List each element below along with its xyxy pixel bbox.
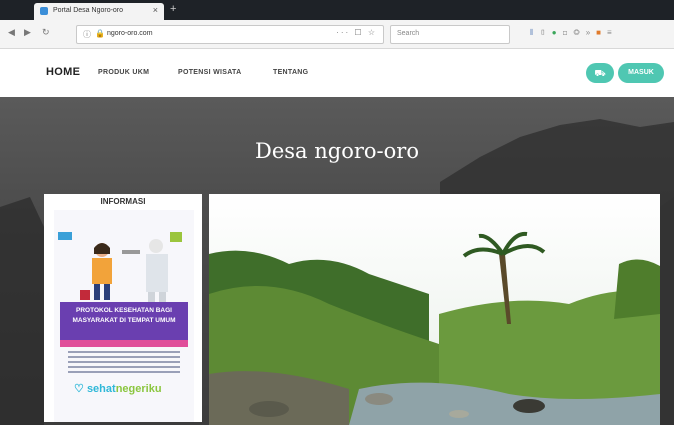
addon-icon[interactable]: ■ [596,28,607,37]
forward-icon[interactable]: ▶ [24,27,31,38]
extension-icon[interactable]: ● [552,28,563,37]
poster-sub-banner [60,340,188,347]
favicon-icon [40,7,48,15]
poster-illustration [58,232,182,302]
info-card-title: INFORMASI [100,197,146,206]
back-icon[interactable]: ◀ [8,27,15,38]
library-icon[interactable]: ⫴ [530,28,539,37]
tab-title: Portal Desa Ngoro-oro [53,7,124,14]
info-icon[interactable]: ⓘ [83,29,91,40]
menu-icon[interactable]: ≡ [607,28,618,37]
river-photo[interactable] [209,194,660,425]
site-header: HOME PRODUK UKM POTENSI WISATA TENTANG ⛟… [0,49,674,97]
cart-button[interactable]: ⛟ [586,63,614,83]
poster-text-lines [68,351,180,376]
overflow-icon[interactable]: » [586,28,596,37]
toolbar-icons: ⫴▯●◻◎»■≡ [530,28,618,38]
browser-tab[interactable]: Portal Desa Ngoro-oro × [34,3,164,20]
search-placeholder: Search [397,30,420,37]
hero-section: Desa ngoro-oro INFORMASI PROTOKOL KESEHA… [0,97,674,425]
sync-icon[interactable]: ◎ [573,28,585,37]
river-landscape-image [209,194,660,425]
new-tab-button[interactable]: + [170,3,176,15]
search-input[interactable]: Search [390,25,510,44]
browser-nav-bar: ◀ ▶ ↻ ⓘ 🔒 ngoro-oro.com ··· ☐ ☆ Search ⫴… [0,20,674,49]
lock-icon: 🔒 [95,29,105,38]
nav-tentang[interactable]: TENTANG [273,69,308,76]
sidebar-icon[interactable]: ▯ [539,28,551,37]
nav-potensi-wisata[interactable]: POTENSI WISATA [178,69,241,76]
address-bar[interactable]: ⓘ 🔒 ngoro-oro.com ··· ☐ ☆ [76,25,384,44]
cart-icon: ⛟ [594,68,606,78]
tab-close-icon[interactable]: × [153,5,158,15]
info-card: INFORMASI PROTOKOL KESEHATAN BAGI MASYAR… [44,194,202,422]
nav-produk-ukm[interactable]: PRODUK UKM [98,69,149,76]
poster-brand-logo: ♡ sehatnegeriku [74,383,162,395]
hero-title: Desa ngoro-oro [255,139,419,163]
page-actions[interactable]: ··· ☐ ☆ [336,28,377,37]
url-text[interactable]: ngoro-oro.com [107,30,153,37]
health-protocol-poster[interactable]: PROTOKOL KESEHATAN BAGI MASYARAKAT DI TE… [54,210,194,422]
browser-tab-bar: Portal Desa Ngoro-oro × + [0,0,674,20]
heart-icon: ♡ [74,383,84,395]
login-button[interactable]: MASUK [618,63,664,83]
nav-home[interactable]: HOME [46,66,80,78]
reload-icon[interactable]: ↻ [42,27,50,38]
poster-banner: PROTOKOL KESEHATAN BAGI MASYARAKAT DI TE… [60,302,188,340]
pocket-icon[interactable]: ◻ [563,28,574,37]
